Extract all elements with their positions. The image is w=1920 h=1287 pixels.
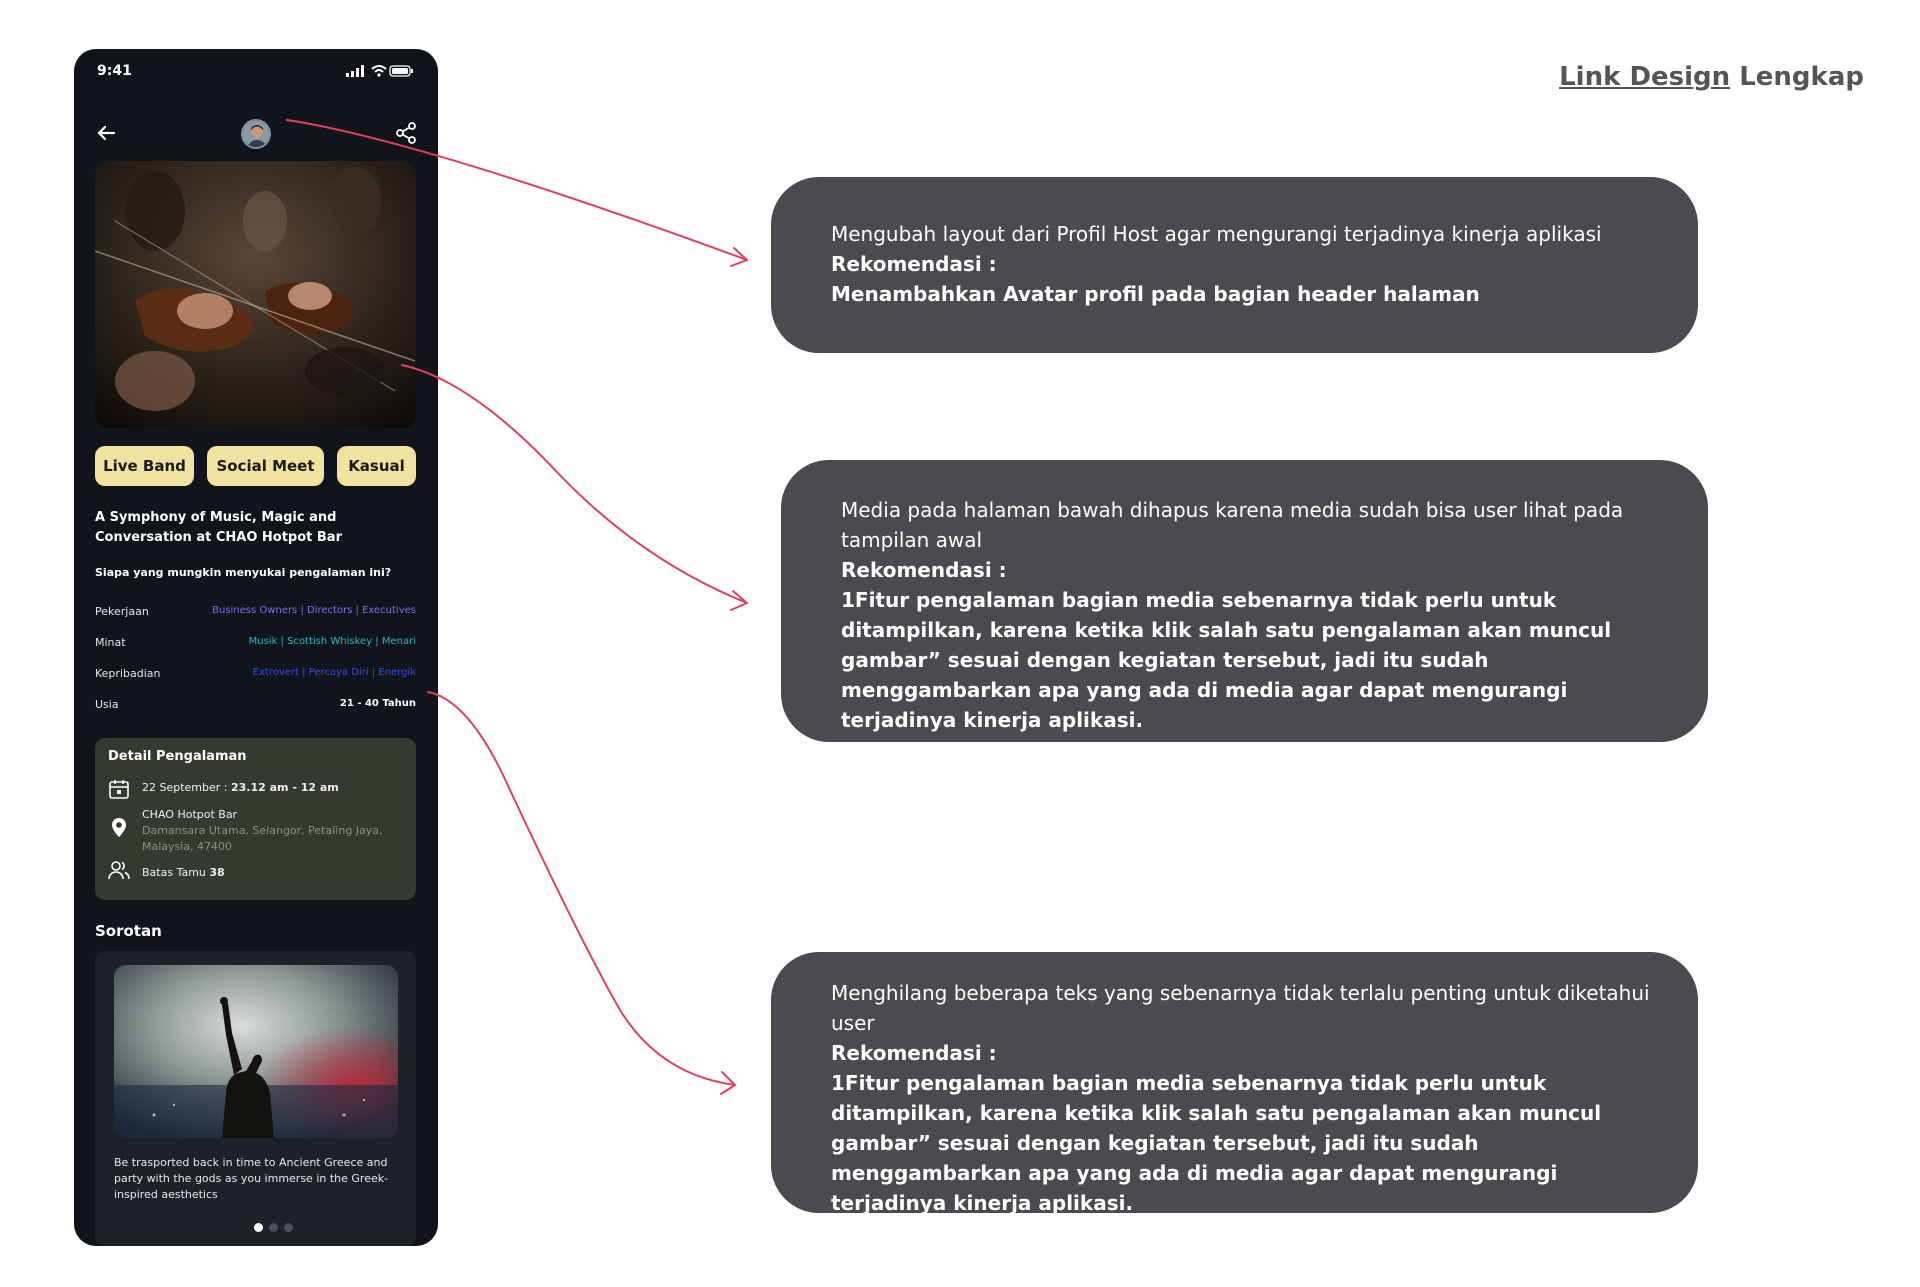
location-name: CHAO Hotpot Bar: [142, 808, 238, 821]
location-address: Damansara Utama, Selangor, Petaling Jaya…: [142, 824, 383, 853]
status-time: 9:41: [97, 63, 132, 79]
carousel-dot[interactable]: [269, 1223, 278, 1232]
guest-limit-text: Batas Tamu 38: [142, 866, 225, 879]
info-label: Pekerjaan: [95, 605, 149, 618]
info-label: Minat: [95, 636, 126, 649]
arrow-head-2: [730, 590, 748, 611]
info-label: Usia: [95, 698, 119, 711]
note-text: Media pada halaman bawah dihapus karena …: [841, 498, 1624, 552]
info-value: Business Owners | Directors | Executives: [212, 605, 416, 616]
experience-title: A Symphony of Music, Magic and Conversat…: [95, 510, 342, 545]
phone-screen: 9:41 Live Band Social Meet Kasual A Symp…: [74, 49, 438, 1246]
back-arrow-icon[interactable]: [94, 121, 118, 145]
signal-wifi-battery-icon: [346, 65, 413, 77]
date-prefix: 22 September :: [142, 781, 231, 794]
guest-prefix: Batas Tamu: [142, 866, 210, 879]
carousel-dot-active[interactable]: [254, 1223, 263, 1232]
guests-icon: [108, 861, 130, 880]
host-avatar[interactable]: [241, 119, 271, 149]
note-rekomendasi-text: 1Fitur pengalaman bagian media sebenarny…: [841, 588, 1612, 732]
hero-image-orchestra: [95, 161, 416, 428]
note-rekomendasi-label: Rekomendasi :: [841, 558, 1007, 582]
annotation-note-1: Mengubah layout dari Profil Host agar me…: [771, 177, 1698, 353]
highlights-heading: Sorotan: [95, 922, 162, 940]
info-row-pekerjaan: Pekerjaan Business Owners | Directors | …: [95, 605, 416, 623]
audience-question: Siapa yang mungkin menyukai pengalaman i…: [95, 566, 392, 579]
experience-detail-card: Detail Pengalaman 22 September : 23.12 a…: [95, 738, 416, 900]
tag-list: Live Band Social Meet Kasual: [95, 446, 416, 486]
note-rekomendasi-text: 1Fitur pengalaman bagian media sebenarny…: [831, 1071, 1602, 1215]
info-label: Kepribadian: [95, 667, 161, 680]
link-design-suffix: Lengkap: [1730, 62, 1864, 92]
detail-date-text: 22 September : 23.12 am - 12 am: [142, 781, 339, 794]
link-design-lengkap[interactable]: Link Design Lengkap: [1559, 62, 1864, 92]
annotation-note-2: Media pada halaman bawah dihapus karena …: [781, 460, 1708, 742]
info-row-usia: Usia 21 - 40 Tahun: [95, 698, 416, 716]
tag-live-band[interactable]: Live Band: [95, 446, 194, 486]
share-icon[interactable]: [394, 121, 418, 145]
header-nav: [74, 109, 438, 157]
note-rekomendasi-label: Rekomendasi :: [831, 252, 997, 276]
calendar-icon: [109, 780, 129, 799]
arrow-head-3: [720, 1071, 736, 1095]
arrow-to-note-2: [401, 364, 748, 604]
note-text: Mengubah layout dari Profil Host agar me…: [831, 222, 1602, 246]
highlight-card[interactable]: Be trasported back in time to Ancient Gr…: [95, 951, 416, 1246]
carousel-dot[interactable]: [284, 1223, 293, 1232]
note-rekomendasi-text: Menambahkan Avatar profil pada bagian he…: [831, 282, 1480, 306]
annotation-note-3: Menghilang beberapa teks yang sebenarnya…: [771, 952, 1698, 1215]
highlight-caption: Be trasported back in time to Ancient Gr…: [114, 1156, 389, 1201]
arrow-head-1: [730, 247, 748, 267]
tag-kasual[interactable]: Kasual: [337, 446, 416, 486]
link-design-underlined[interactable]: Link Design: [1559, 62, 1730, 92]
location-pin-icon: [112, 818, 126, 837]
info-value: 21 - 40 Tahun: [339, 698, 416, 709]
info-value: Extrovert | Percaya Diri | Energik: [252, 667, 416, 678]
note-rekomendasi-label: Rekomendasi :: [831, 1041, 997, 1065]
arrow-to-note-3: [427, 691, 736, 1086]
info-row-minat: Minat Musik | Scottish Whiskey | Menari: [95, 636, 416, 654]
note-text: Menghilang beberapa teks yang sebenarnya…: [831, 981, 1650, 1035]
info-value: Musik | Scottish Whiskey | Menari: [248, 636, 416, 647]
guest-count: 38: [209, 866, 225, 879]
detail-heading: Detail Pengalaman: [108, 749, 247, 764]
carousel-dots: [254, 1223, 293, 1232]
date-time: 23.12 am - 12 am: [231, 781, 339, 794]
highlight-image-concert: [114, 965, 398, 1138]
tag-social-meet[interactable]: Social Meet: [207, 446, 324, 486]
info-row-kepribadian: Kepribadian Extrovert | Percaya Diri | E…: [95, 667, 416, 685]
status-bar: 9:41: [74, 49, 438, 93]
